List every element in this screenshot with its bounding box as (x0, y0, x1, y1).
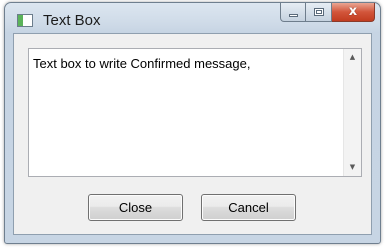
scroll-up-icon[interactable]: ▲ (344, 49, 361, 66)
message-textbox[interactable]: Text box to write Confirmed message, ▲ ▼ (28, 48, 362, 177)
vertical-scrollbar[interactable]: ▲ ▼ (343, 49, 361, 176)
scroll-down-icon[interactable]: ▼ (344, 159, 361, 176)
minimize-button[interactable] (280, 3, 306, 22)
minimize-icon (289, 14, 298, 17)
maximize-button[interactable] (306, 3, 332, 22)
caption-buttons: x (280, 3, 375, 22)
title-bar[interactable]: Text Box x (5, 3, 380, 33)
message-text[interactable]: Text box to write Confirmed message, (33, 56, 339, 71)
app-icon (17, 14, 33, 27)
app-icon-accent (18, 15, 23, 26)
window-title: Text Box (43, 12, 101, 29)
dialog-window: Text Box x Text box to write Confirmed m… (4, 2, 381, 244)
close-button[interactable]: Close (88, 194, 183, 221)
close-window-button[interactable]: x (332, 3, 375, 22)
maximize-icon (314, 8, 324, 16)
cancel-button[interactable]: Cancel (201, 194, 296, 221)
dialog-client-area: Text box to write Confirmed message, ▲ ▼… (13, 33, 372, 235)
close-icon: x (348, 4, 358, 19)
